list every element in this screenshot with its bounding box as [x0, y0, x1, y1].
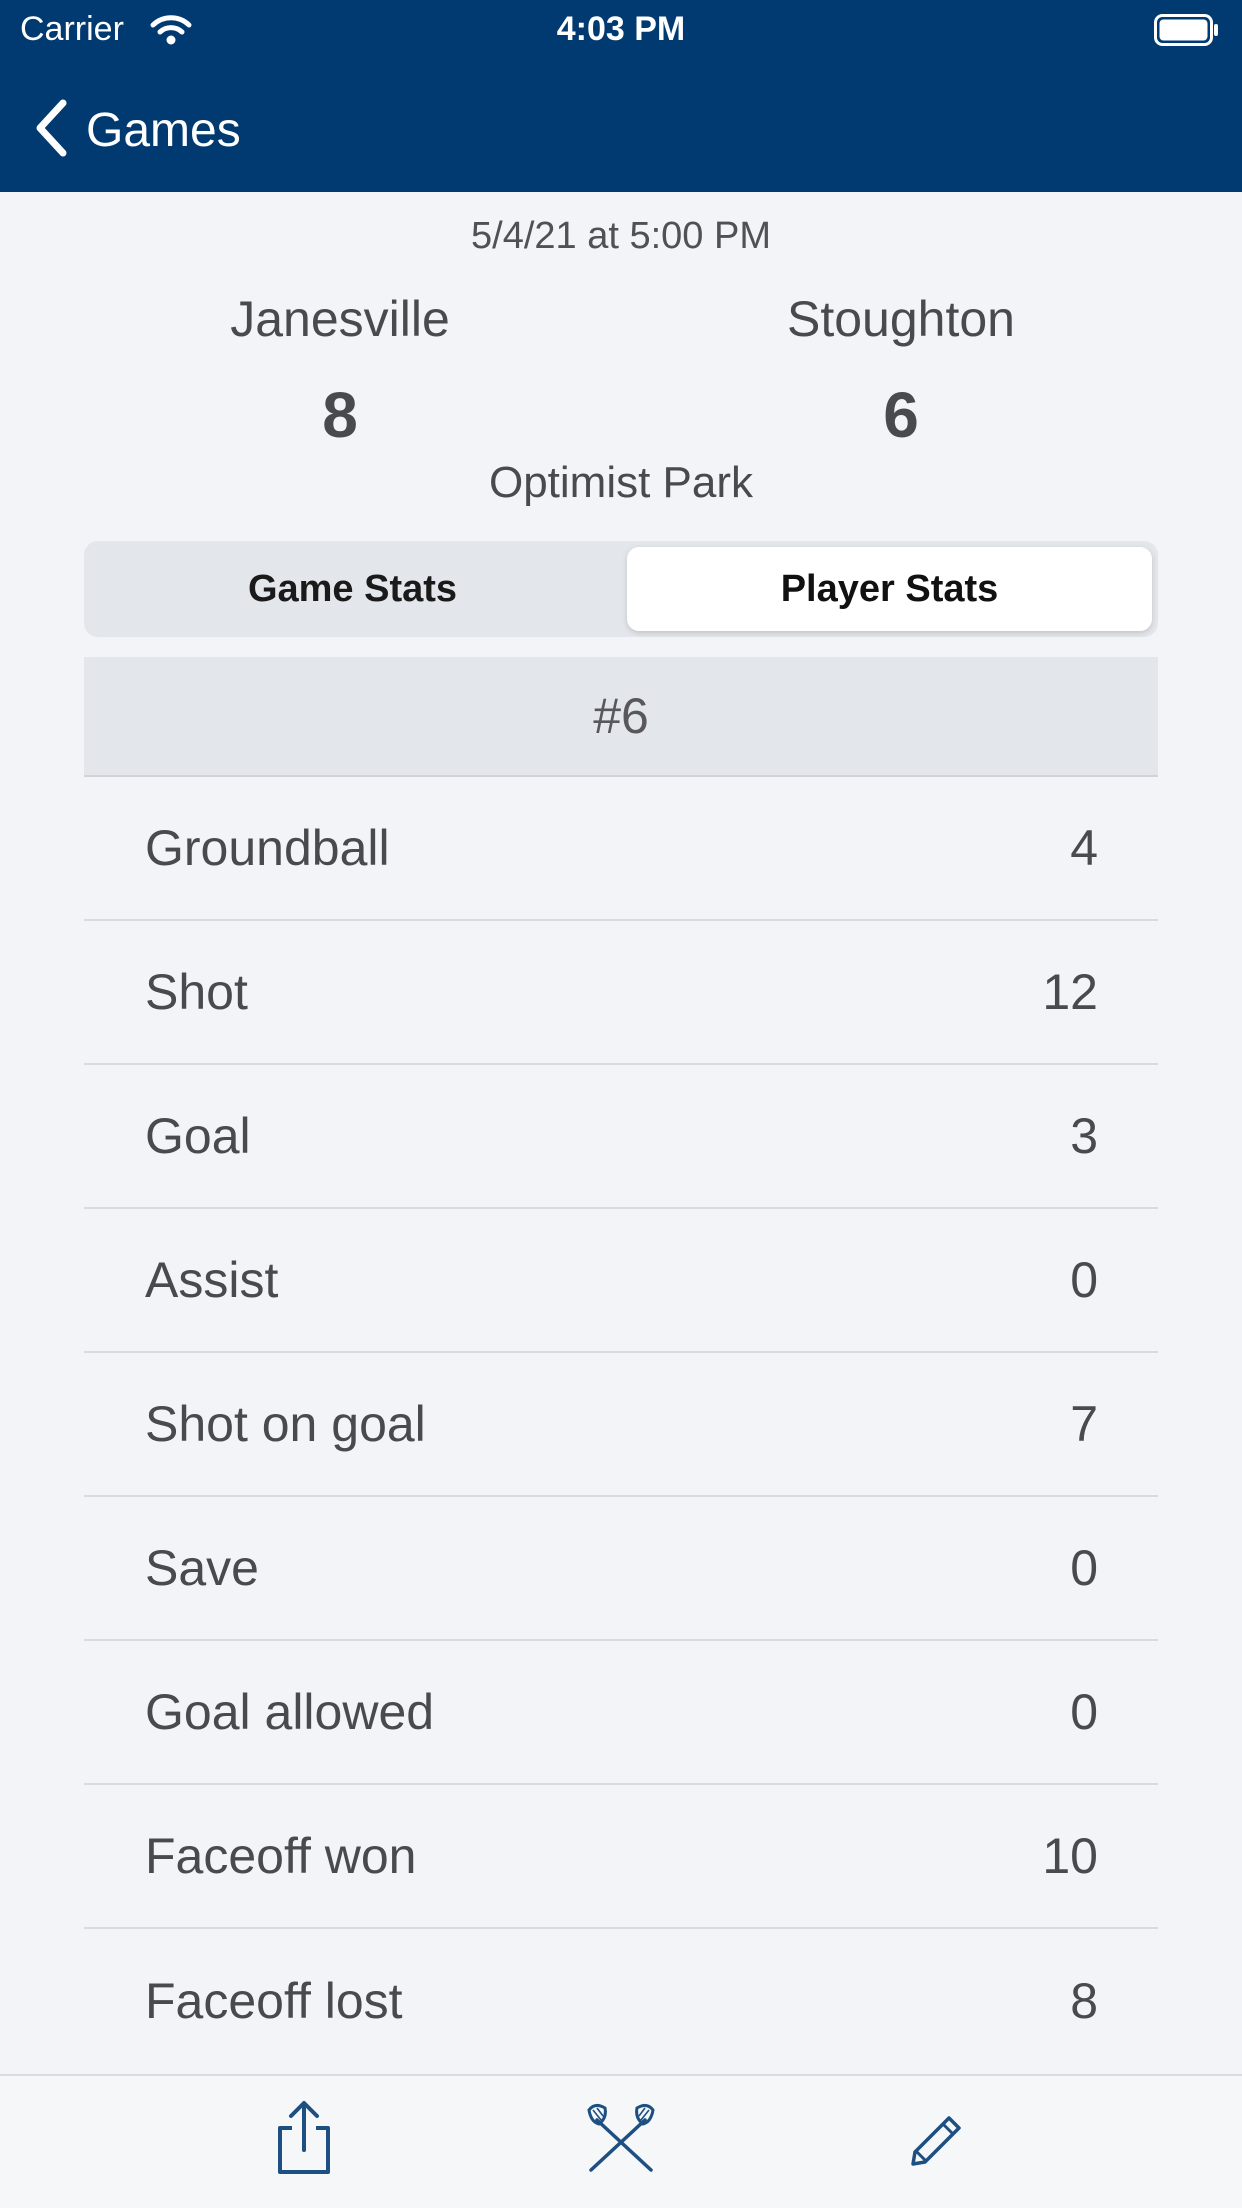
stat-row-goal-allowed[interactable]: Goal allowed 0: [84, 1641, 1158, 1785]
player-stats-list: Groundball 4 Shot 12 Goal 3 Assist 0 Sho…: [84, 777, 1158, 2073]
edit-button[interactable]: [897, 2100, 977, 2180]
lacrosse-sticks-icon: [585, 2102, 657, 2179]
status-bar: Carrier 4:03 PM: [0, 0, 1242, 60]
stat-label: Goal: [145, 1108, 251, 1164]
stat-value: 4: [1070, 820, 1098, 876]
back-button[interactable]: Games: [34, 99, 241, 162]
stats-segmented-control: Game Stats Player Stats: [84, 541, 1158, 637]
chevron-left-icon: [34, 99, 68, 162]
stat-value: 0: [1070, 1684, 1098, 1740]
player-section-header: #6: [84, 657, 1158, 777]
stat-label: Save: [145, 1540, 259, 1596]
back-button-label: Games: [86, 103, 241, 157]
stat-row-shot-on-goal[interactable]: Shot on goal 7: [84, 1353, 1158, 1497]
stat-label: Shot on goal: [145, 1396, 426, 1452]
navigation-bar: Games: [0, 60, 1242, 192]
status-time: 4:03 PM: [556, 10, 686, 48]
stat-row-assist[interactable]: Assist 0: [84, 1209, 1158, 1353]
game-venue: Optimist Park: [488, 458, 754, 507]
stat-label: Faceoff won: [145, 1828, 417, 1884]
stat-value: 0: [1070, 1252, 1098, 1308]
bottom-toolbar: [0, 2074, 1242, 2208]
stat-label: Faceoff lost: [145, 1973, 403, 2029]
stat-row-goal[interactable]: Goal 3: [84, 1065, 1158, 1209]
stat-value: 7: [1070, 1396, 1098, 1452]
home-team-name: Janesville: [230, 291, 450, 347]
tab-game-stats[interactable]: Game Stats: [90, 547, 615, 631]
share-icon: [272, 2100, 336, 2181]
away-team-score: 6: [883, 379, 919, 451]
tab-player-stats[interactable]: Player Stats: [627, 547, 1152, 631]
home-team-score: 8: [322, 379, 358, 451]
stat-label: Groundball: [145, 820, 390, 876]
stat-row-save[interactable]: Save 0: [84, 1497, 1158, 1641]
stat-value: 8: [1070, 1973, 1098, 2029]
stat-label: Assist: [145, 1252, 279, 1308]
share-button[interactable]: [264, 2100, 344, 2180]
away-team-name: Stoughton: [787, 291, 1015, 347]
home-team: Janesville 8: [40, 290, 640, 452]
stat-value: 12: [1042, 964, 1098, 1020]
lacrosse-button[interactable]: [581, 2100, 661, 2180]
stat-row-faceoff-lost[interactable]: Faceoff lost 8: [84, 1929, 1158, 2073]
battery-icon: [1154, 14, 1220, 51]
game-datetime: 5/4/21 at 5:00 PM: [471, 215, 771, 257]
pencil-icon: [905, 2106, 969, 2175]
stat-row-shot[interactable]: Shot 12: [84, 921, 1158, 1065]
stat-value: 0: [1070, 1540, 1098, 1596]
stat-value: 3: [1070, 1108, 1098, 1164]
stat-label: Shot: [145, 964, 248, 1020]
away-team: Stoughton 6: [601, 290, 1201, 452]
stat-value: 10: [1042, 1828, 1098, 1884]
stat-label: Goal allowed: [145, 1684, 435, 1740]
stat-row-groundball[interactable]: Groundball 4: [84, 777, 1158, 921]
stat-row-faceoff-won[interactable]: Faceoff won 10: [84, 1785, 1158, 1929]
